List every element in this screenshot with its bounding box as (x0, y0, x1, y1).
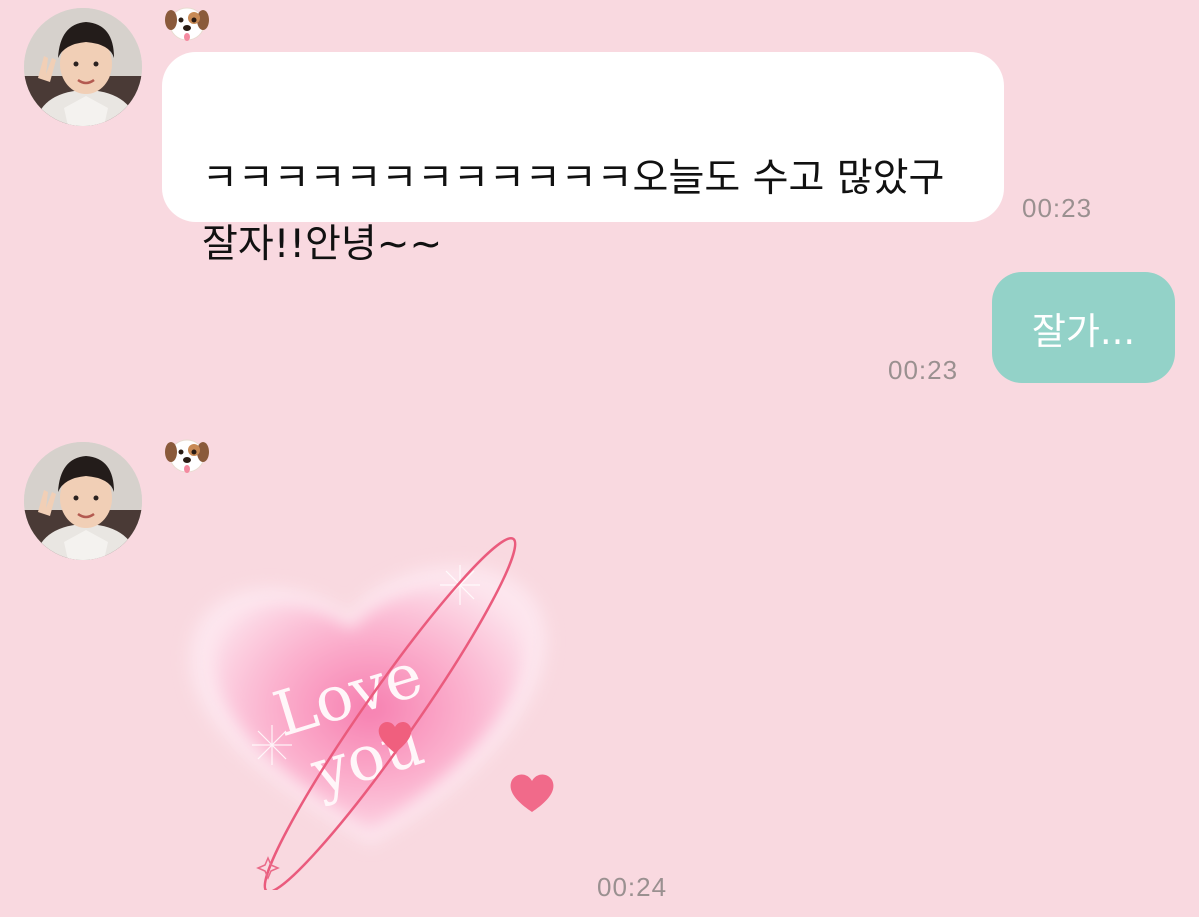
avatar[interactable] (24, 442, 142, 560)
message-timestamp: 00:24 (597, 872, 668, 902)
message-bubble-outgoing[interactable]: 잘가... (992, 272, 1175, 383)
dog-face-icon (164, 432, 210, 478)
heart-sticker[interactable]: Love you (170, 530, 590, 893)
message-text: 잘가... (1031, 309, 1136, 353)
message-bubble-incoming[interactable]: ㅋㅋㅋㅋㅋㅋㅋㅋㅋㅋㅋㅋ오늘도 수고 많았구 잘자!!안녕~~ (162, 52, 1004, 267)
message-text: ㅋㅋㅋㅋㅋㅋㅋㅋㅋㅋㅋㅋ오늘도 수고 많았구 잘자!!안녕~~ (202, 156, 945, 267)
dog-face-icon (164, 0, 210, 46)
message-timestamp: 00:23 (888, 355, 959, 385)
message-timestamp: 00:23 (1022, 193, 1093, 223)
avatar[interactable] (24, 8, 142, 126)
heart-sticker-icon: Love you (189, 537, 554, 893)
